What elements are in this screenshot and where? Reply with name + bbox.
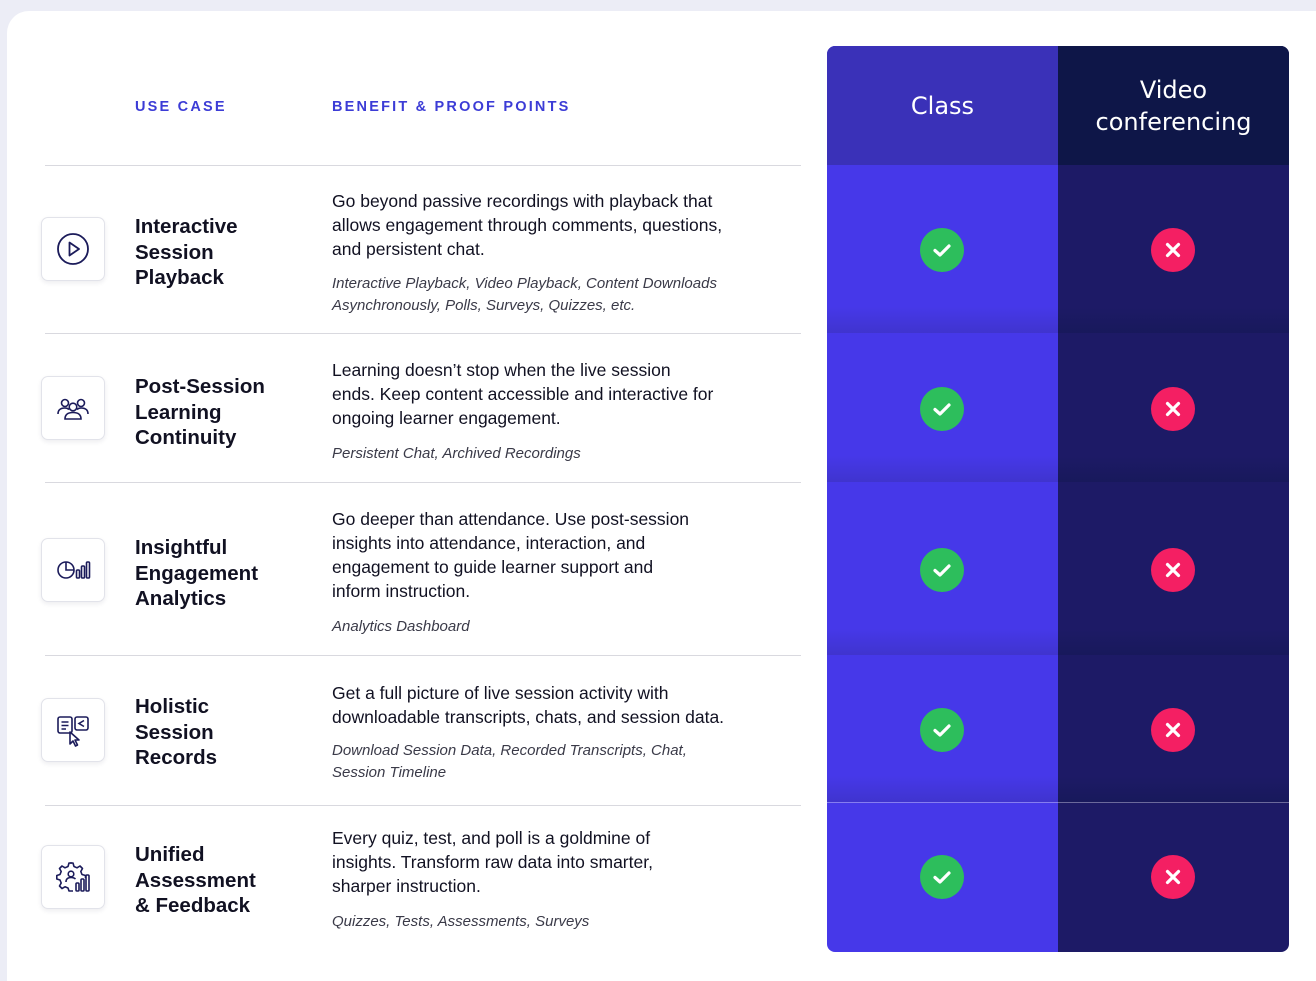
proof-points: Interactive Playback, Video Playback, Co… xyxy=(332,275,717,314)
use-case-header: USE CASE xyxy=(135,99,227,115)
users-group-icon xyxy=(41,376,105,440)
use-case-title: Post-Session Learning Continuity xyxy=(135,375,265,449)
check-icon xyxy=(920,228,964,272)
benefit-text: Learning doesn’t stop when the live sess… xyxy=(332,360,714,428)
proof-points: Analytics Dashboard xyxy=(332,618,470,635)
cross-icon xyxy=(1151,548,1195,592)
row-shade xyxy=(827,629,1058,655)
row-shade xyxy=(1058,776,1289,802)
row-shade xyxy=(827,776,1058,802)
assessment-gear-icon xyxy=(41,845,105,909)
transcript-cursor-icon xyxy=(41,698,105,762)
benefit-header: BENEFIT & PROOF POINTS xyxy=(332,99,571,115)
row-divider xyxy=(45,805,801,806)
cross-icon xyxy=(1151,228,1195,272)
check-icon xyxy=(920,387,964,431)
benefit-text: Every quiz, test, and poll is a goldmine… xyxy=(332,828,653,896)
video-column-header: Video conferencing xyxy=(1058,46,1289,165)
play-circle-icon xyxy=(41,217,105,281)
use-case-title: Interactive Session Playback xyxy=(135,215,238,289)
use-case-title: Unified Assessment & Feedback xyxy=(135,843,256,917)
row-shade xyxy=(1058,456,1289,482)
proof-points: Quizzes, Tests, Assessments, Surveys xyxy=(332,913,590,930)
check-icon xyxy=(920,855,964,899)
cross-icon xyxy=(1151,387,1195,431)
analytics-chart-icon xyxy=(41,538,105,602)
row-divider xyxy=(45,482,801,483)
row-shade xyxy=(827,307,1058,333)
row-divider xyxy=(45,333,801,334)
benefit-text: Go beyond passive recordings with playba… xyxy=(332,191,723,259)
check-icon xyxy=(920,548,964,592)
class-column-header: Class xyxy=(827,46,1058,165)
video-conferencing-column xyxy=(1058,46,1289,952)
proof-points: Download Session Data, Recorded Transcri… xyxy=(332,742,687,781)
class-column xyxy=(827,46,1058,952)
benefit-text: Get a full picture of live session activ… xyxy=(332,683,725,727)
comparison-columns: Class Video conferencing xyxy=(827,46,1289,952)
use-case-title: Holistic Session Records xyxy=(135,695,218,769)
column-separator xyxy=(827,802,1289,803)
benefit-text: Go deeper than attendance. Use post-sess… xyxy=(332,509,690,601)
cross-icon xyxy=(1151,855,1195,899)
row-divider xyxy=(45,655,801,656)
check-icon xyxy=(920,708,964,752)
cross-icon xyxy=(1151,708,1195,752)
row-shade xyxy=(827,456,1058,482)
proof-points: Persistent Chat, Archived Recordings xyxy=(332,445,581,462)
row-shade xyxy=(1058,307,1289,333)
row-divider xyxy=(45,165,801,166)
row-shade xyxy=(1058,629,1289,655)
use-case-title: Insightful Engagement Analytics xyxy=(135,536,259,610)
